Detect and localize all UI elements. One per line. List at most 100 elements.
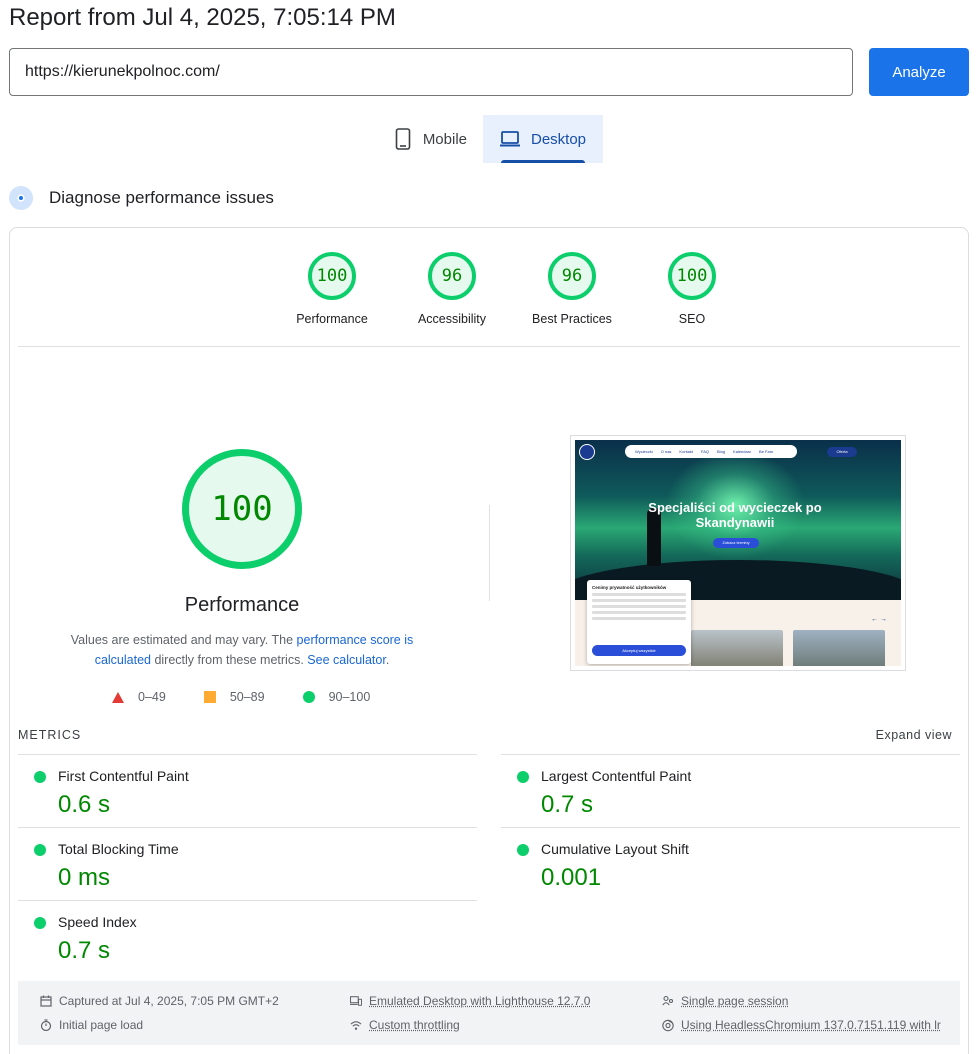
legend-range: 0–49 <box>138 690 166 704</box>
site-nav-item: Be Fam <box>759 449 773 454</box>
gauge-label: Performance <box>296 312 368 326</box>
tab-mobile[interactable]: Mobile <box>378 115 483 163</box>
see-calculator-link[interactable]: See calculator <box>307 653 386 667</box>
browser-version[interactable]: Using HeadlessChromium 137.0.7151.119 wi… <box>662 1018 958 1032</box>
metric-tbt: Total Blocking Time 0 ms <box>18 827 477 900</box>
site-hero-title: Specjaliści od wycieczek po Skandynawii <box>635 500 835 530</box>
legend-range: 90–100 <box>329 690 371 704</box>
phone-icon <box>394 128 413 150</box>
metric-value: 0.001 <box>541 864 601 892</box>
site-nav-item: FAQ <box>701 449 709 454</box>
site-nav-item: Kalendarz <box>733 449 751 454</box>
url-input[interactable] <box>9 48 853 96</box>
timer-icon <box>40 1019 52 1031</box>
expand-view-toggle[interactable]: Expand view <box>876 728 952 742</box>
cookie-title: Cenimy prywatność użytkowników <box>592 585 686 590</box>
initial-load: Initial page load <box>40 1018 143 1032</box>
metric-speed-index: Speed Index 0.7 s <box>18 900 477 973</box>
session-type[interactable]: Single page session <box>662 994 788 1008</box>
gauge-performance[interactable]: 100 Performance <box>272 252 392 326</box>
site-card-image <box>691 630 783 666</box>
metric-label: Cumulative Layout Shift <box>541 841 689 857</box>
diagnose-icon <box>9 186 33 210</box>
gauge-score: 100 <box>308 252 356 300</box>
people-icon <box>662 995 674 1007</box>
wifi-icon <box>350 1019 362 1031</box>
diagnose-section: Diagnose performance issues <box>9 186 274 210</box>
throttling-text: Custom throttling <box>369 1018 460 1032</box>
laptop-icon <box>499 128 521 150</box>
captured-text: Captured at Jul 4, 2025, 7:05 PM GMT+2 <box>59 994 279 1008</box>
site-cookie-banner: Cenimy prywatność użytkowników Akceptuj … <box>587 580 691 664</box>
gauge-label: SEO <box>679 312 705 326</box>
site-nav: Wycieczki O nas Kontakt FAQ Blog Kalenda… <box>625 445 797 458</box>
metric-cls: Cumulative Layout Shift 0.001 <box>501 827 960 900</box>
note-text: directly from these metrics. <box>151 653 307 667</box>
report-card: 100 Performance 96 Accessibility 96 Best… <box>9 227 969 1054</box>
performance-score-gauge: 100 <box>182 449 302 569</box>
pass-circle-icon <box>517 844 529 856</box>
emulated-device[interactable]: Emulated Desktop with Lighthouse 12.7.0 <box>350 994 590 1008</box>
metric-label: Total Blocking Time <box>58 841 179 857</box>
triangle-icon <box>112 692 124 703</box>
gauge-label: Accessibility <box>418 312 486 326</box>
gauge-score: 100 <box>668 252 716 300</box>
analyze-button[interactable]: Analyze <box>869 48 969 96</box>
site-nav-item: O nas <box>661 449 672 454</box>
throttling[interactable]: Custom throttling <box>350 1018 460 1032</box>
legend-average: 50–89 <box>204 690 265 704</box>
site-card-image <box>793 630 885 666</box>
divider <box>18 346 960 347</box>
report-title: Report from Jul 4, 2025, 7:05:14 PM <box>9 4 396 32</box>
metric-label: Speed Index <box>58 914 137 930</box>
note-text: . <box>386 653 389 667</box>
metric-lcp: Largest Contentful Paint 0.7 s <box>501 754 960 827</box>
metric-fcp: First Contentful Paint 0.6 s <box>18 754 477 827</box>
browser-icon <box>662 1019 674 1031</box>
note-text: Values are estimated and may vary. The <box>71 633 297 647</box>
pass-circle-icon <box>34 771 46 783</box>
pass-circle-icon <box>34 917 46 929</box>
device-tabs: Mobile Desktop <box>378 115 603 163</box>
square-icon <box>204 691 216 703</box>
site-nav-item: Wycieczki <box>635 449 653 454</box>
performance-title: Performance <box>142 594 342 617</box>
gauge-best-practices[interactable]: 96 Best Practices <box>512 252 632 326</box>
site-nav-item: Blog <box>717 449 725 454</box>
gauge-score: 96 <box>428 252 476 300</box>
gauge-label: Best Practices <box>532 312 612 326</box>
final-screenshot[interactable]: Wycieczki O nas Kontakt FAQ Blog Kalenda… <box>570 435 906 671</box>
metric-label: First Contentful Paint <box>58 768 189 784</box>
legend-range: 50–89 <box>230 690 265 704</box>
category-gauges: 100 Performance 96 Accessibility 96 Best… <box>272 252 752 326</box>
gauge-seo[interactable]: 100 SEO <box>632 252 752 326</box>
pass-circle-icon <box>517 771 529 783</box>
site-cta: Oferta <box>827 447 857 457</box>
gauge-score: 96 <box>548 252 596 300</box>
tab-desktop[interactable]: Desktop <box>483 115 603 163</box>
site-logo <box>579 444 595 460</box>
metric-value: 0 ms <box>58 864 110 892</box>
captured-at: Captured at Jul 4, 2025, 7:05 PM GMT+2 <box>40 994 279 1008</box>
circle-icon <box>303 691 315 703</box>
runtime-settings: Captured at Jul 4, 2025, 7:05 PM GMT+2 I… <box>18 981 960 1045</box>
metric-value: 0.7 s <box>541 791 593 819</box>
metrics-heading: METRICS <box>18 728 81 742</box>
emulated-text: Emulated Desktop with Lighthouse 12.7.0 <box>369 994 590 1008</box>
carousel-arrows-icon: ← → <box>871 616 887 623</box>
screenshot-content: Wycieczki O nas Kontakt FAQ Blog Kalenda… <box>575 440 901 666</box>
pass-circle-icon <box>34 844 46 856</box>
vertical-divider <box>489 505 490 601</box>
score-legend: 0–49 50–89 90–100 <box>112 690 408 704</box>
metric-value: 0.6 s <box>58 791 110 819</box>
legend-pass: 90–100 <box>303 690 371 704</box>
cookie-accept: Akceptuj wszystkie <box>592 645 686 656</box>
metric-value: 0.7 s <box>58 937 110 965</box>
calendar-icon <box>40 995 52 1007</box>
browser-text: Using HeadlessChromium 137.0.7151.119 wi… <box>681 1018 941 1032</box>
session-text: Single page session <box>681 994 788 1008</box>
metric-label: Largest Contentful Paint <box>541 768 691 784</box>
legend-fail: 0–49 <box>112 690 166 704</box>
site-hero-button: Zobacz terminy <box>713 538 759 548</box>
gauge-accessibility[interactable]: 96 Accessibility <box>392 252 512 326</box>
